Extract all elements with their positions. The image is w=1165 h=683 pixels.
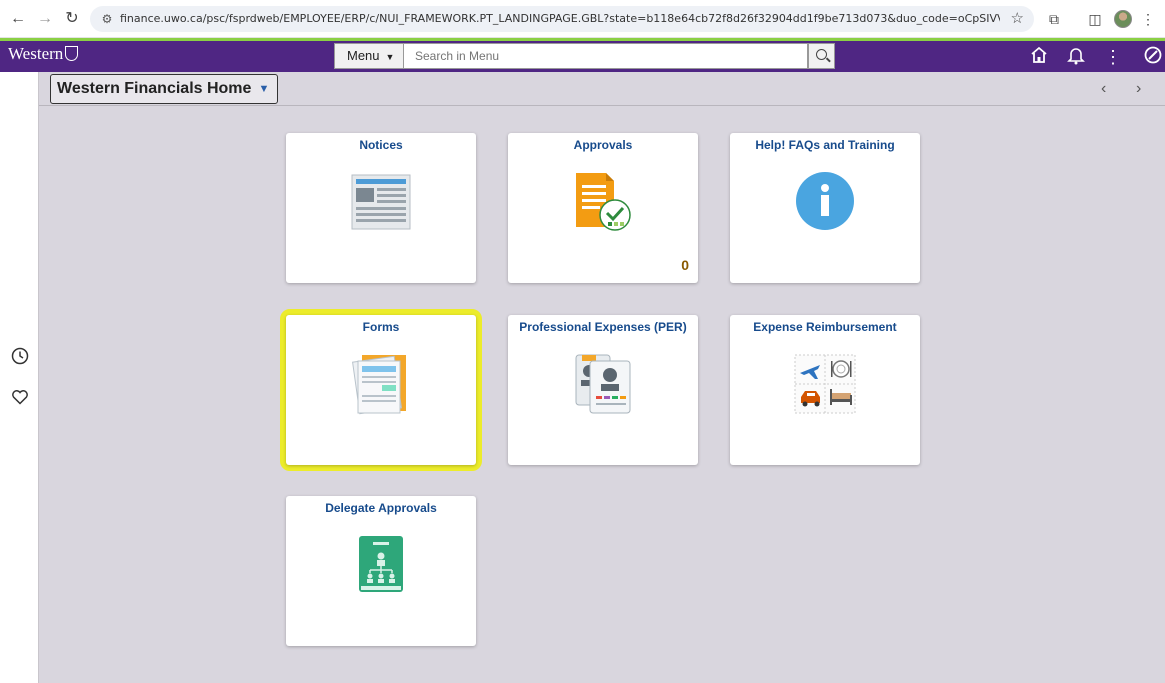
org-book-icon <box>359 536 403 592</box>
tile-professional-expenses[interactable]: Professional Expenses (PER) <box>508 315 698 465</box>
page-title: Western Financials Home <box>57 80 252 97</box>
navbar-compass-icon[interactable] <box>1141 45 1165 69</box>
search-icon <box>816 49 827 60</box>
logo-text: Western <box>8 44 64 63</box>
search-button[interactable] <box>808 43 835 69</box>
menu-label: Menu <box>347 48 380 63</box>
next-page-icon[interactable]: › <box>1136 80 1141 98</box>
homepage-selector[interactable]: Western Financials Home ▼ <box>50 74 279 104</box>
search-input[interactable] <box>404 43 808 69</box>
tile-notices[interactable]: Notices <box>286 133 476 283</box>
back-arrow-icon[interactable]: ← <box>8 9 28 29</box>
tile-help-faqs[interactable]: Help! FAQs and Training <box>730 133 920 283</box>
menu-dropdown-button[interactable]: Menu ▼ <box>334 43 404 69</box>
forward-arrow-icon[interactable]: → <box>35 9 55 29</box>
id-cards-icon <box>575 354 631 414</box>
page-title-bar: Western Financials Home ▼ ‹ › <box>39 72 1165 106</box>
tile-forms[interactable]: Forms <box>286 315 476 465</box>
browser-toolbar: ← → ↻ ⚙ finance.uwo.ca/psc/fsprdweb/EMPL… <box>0 0 1165 38</box>
caret-down-icon: ▼ <box>258 83 270 95</box>
address-bar[interactable]: ⚙ finance.uwo.ca/psc/fsprdweb/EMPLOYEE/E… <box>90 6 1034 32</box>
tile-title: Help! FAQs and Training <box>755 138 895 152</box>
profile-avatar[interactable] <box>1114 10 1132 28</box>
previous-page-icon[interactable]: ‹ <box>1101 80 1106 98</box>
actions-menu-icon[interactable]: ⋮ <box>1101 45 1125 69</box>
browser-menu-icon[interactable]: ⋮ <box>1138 9 1158 29</box>
tile-title: Notices <box>359 138 403 152</box>
tile-delegate-approvals[interactable]: Delegate Approvals <box>286 496 476 646</box>
app-header: Western Menu ▼ ⋮ <box>0 38 1165 72</box>
recent-history-icon[interactable] <box>10 347 30 367</box>
info-icon <box>796 172 854 230</box>
travel-icon <box>794 354 856 414</box>
newspaper-icon <box>351 174 411 230</box>
side-panel-icon[interactable]: ◫ <box>1085 9 1105 29</box>
reload-icon[interactable]: ↻ <box>62 9 82 29</box>
tile-title: Expense Reimbursement <box>753 320 897 334</box>
tile-approvals[interactable]: Approvals 0 <box>508 133 698 283</box>
site-info-icon[interactable]: ⚙ <box>98 10 116 28</box>
tile-title: Delegate Approvals <box>325 501 437 515</box>
caret-down-icon: ▼ <box>385 52 395 62</box>
shield-icon <box>65 46 79 61</box>
tile-title: Forms <box>362 320 400 334</box>
tile-expense-reimbursement[interactable]: Expense Reimbursement <box>730 315 920 465</box>
approvals-count: 0 <box>681 257 689 273</box>
home-icon[interactable] <box>1027 45 1051 69</box>
extensions-icon[interactable]: ⧉ <box>1044 9 1064 29</box>
tile-title: Approvals <box>573 138 633 152</box>
forms-icon <box>352 355 406 415</box>
notifications-bell-icon[interactable] <box>1064 45 1088 69</box>
tile-title: Professional Expenses (PER) <box>519 320 687 334</box>
left-rail <box>0 72 39 683</box>
url-text[interactable]: finance.uwo.ca/psc/fsprdweb/EMPLOYEE/ERP… <box>120 12 1000 25</box>
bookmark-star-icon[interactable]: ☆ <box>1011 9 1024 27</box>
approval-document-icon <box>576 173 631 231</box>
favorites-heart-icon[interactable] <box>10 388 30 408</box>
western-logo[interactable]: Western <box>8 44 79 64</box>
